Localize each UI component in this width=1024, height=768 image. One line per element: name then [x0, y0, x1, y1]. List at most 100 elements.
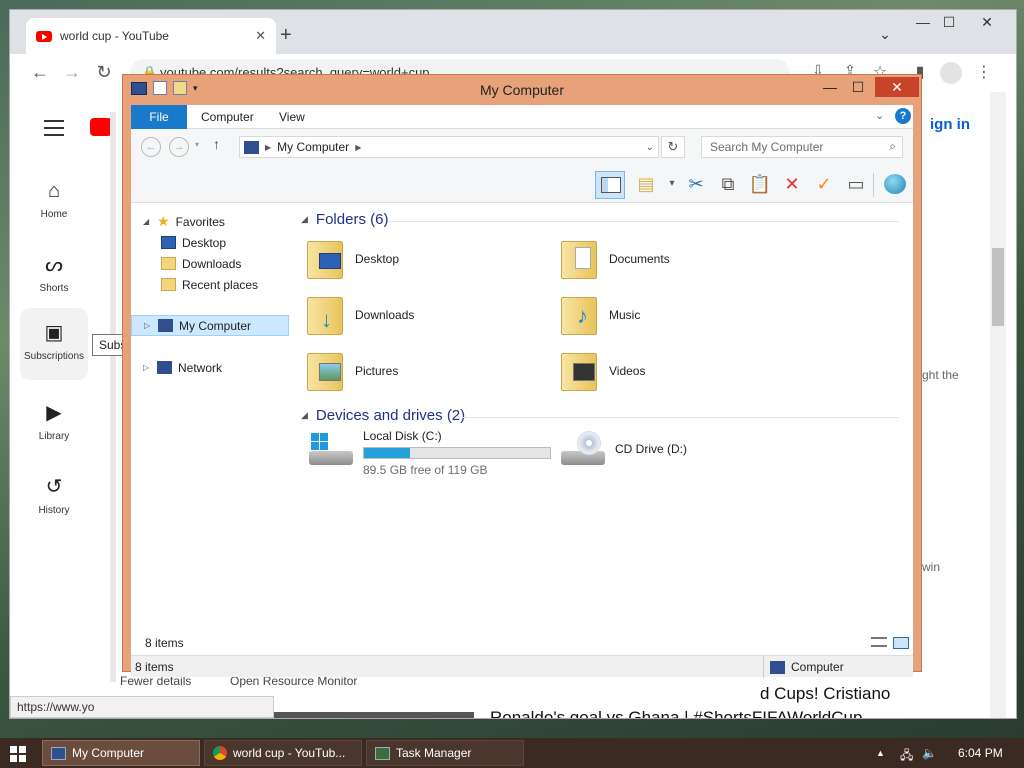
address-bar[interactable]: ▶ My Computer ▶ ⌄ [239, 136, 659, 158]
folder-downloads[interactable]: ↓ Downloads [307, 293, 557, 337]
folder-music[interactable]: ♪ Music [561, 293, 811, 337]
collapse-triangle-icon[interactable]: ◢ [301, 410, 308, 421]
back-icon[interactable]: ← [28, 62, 52, 83]
close-button[interactable]: ✕ [972, 14, 1002, 31]
sidebar-item-subscriptions[interactable]: ▣ Subscriptions [20, 308, 88, 380]
copy-icon[interactable]: ⧉ [715, 171, 741, 197]
reload-icon[interactable]: ↻ [92, 62, 116, 83]
network-tray-icon[interactable]: 🖧 [900, 746, 913, 767]
maximize-button[interactable]: ☐ [934, 14, 964, 31]
paste-icon[interactable]: 📋 [747, 171, 773, 197]
address-text[interactable]: My Computer [277, 140, 349, 154]
chrome-tab-youtube[interactable]: world cup - YouTube ✕ [26, 18, 276, 54]
taskbar-item-chrome[interactable]: world cup - YouTub... [204, 740, 362, 766]
refresh-icon[interactable]: ↻ [661, 136, 685, 158]
breadcrumb-chevron-icon[interactable]: ▶ [355, 143, 361, 152]
drive-capacity-bar [363, 447, 551, 459]
new-tab-button[interactable]: + [280, 24, 292, 47]
collapse-triangle-icon[interactable]: ◢ [301, 214, 308, 225]
nav-recent-places[interactable]: Recent places [131, 274, 289, 295]
explorer-maximize-button[interactable]: ☐ [843, 77, 873, 97]
check-icon[interactable]: ✓ [811, 171, 837, 197]
ribbon-expand-icon[interactable]: ⌄ [875, 109, 884, 122]
youtube-logo[interactable] [90, 118, 112, 136]
drive-cd-d[interactable]: CD Drive (D:) [559, 429, 687, 469]
tab-computer[interactable]: Computer [189, 105, 266, 129]
video-title[interactable]: Ronaldo's goal vs Ghana | #ShortsFIFAWor… [490, 708, 862, 718]
large-icons-view-icon[interactable] [893, 637, 909, 649]
nav-downloads[interactable]: Downloads [131, 253, 289, 274]
sidebar-item-library[interactable]: ▶ Library [20, 396, 88, 452]
recent-dropdown-icon[interactable]: ▾ [195, 140, 199, 149]
nav-favorites[interactable]: ◢ ★ Favorites [131, 211, 289, 232]
sidebar-item-label: Shorts [39, 283, 69, 294]
folder-icon [307, 237, 347, 281]
up-arrow-icon[interactable]: ↑ [213, 136, 220, 152]
forward-icon[interactable]: → [60, 62, 84, 83]
nav-network[interactable]: ▷ Network [131, 357, 289, 378]
expand-triangle-icon[interactable]: ◢ [143, 217, 151, 226]
back-button[interactable]: ← [141, 137, 161, 157]
folder-documents[interactable]: Documents [561, 237, 811, 281]
properties-folder-icon[interactable]: ▤ [633, 171, 659, 197]
tray-chevron-icon[interactable]: ▲ [876, 748, 885, 758]
help-icon[interactable]: ? [895, 108, 911, 124]
folder-videos[interactable]: Videos [561, 349, 811, 393]
forward-button[interactable]: → [169, 137, 189, 157]
clock[interactable]: 6:04 PM [958, 746, 1003, 760]
nav-desktop[interactable]: Desktop [131, 232, 289, 253]
video-thumbnail[interactable] [268, 712, 474, 718]
status-location: Computer [763, 656, 850, 678]
properties-dropdown-icon[interactable]: ▾ [659, 171, 685, 197]
rename-icon[interactable]: ▭ [843, 171, 869, 197]
network-globe-icon[interactable] [881, 171, 907, 197]
nav-my-computer[interactable]: ▷ My Computer [131, 315, 289, 336]
explorer-body: File Computer View ⌄ ? ← → ▾ ↑ ▶ My Comp… [131, 105, 913, 678]
page-scrollbar-thumb[interactable] [992, 248, 1004, 326]
navigation-pane: ◢ ★ Favorites Desktop Downloads Recent p… [131, 203, 291, 633]
explorer-minimize-button[interactable]: — [815, 77, 845, 97]
taskbar-item-task-manager[interactable]: Task Manager [366, 740, 524, 766]
search-icon: ⌕ [889, 139, 896, 153]
page-scrollbar[interactable] [990, 92, 1006, 718]
sidebar-item-history[interactable]: ↺ History [20, 470, 88, 526]
expand-triangle-icon[interactable]: ▷ [143, 363, 151, 372]
tab-close-icon[interactable]: ✕ [255, 28, 266, 44]
navigation-pane-icon[interactable] [595, 171, 625, 199]
video-title[interactable]: d Cups! Cristiano [760, 684, 890, 704]
search-input[interactable]: Search My Computer ⌕ [701, 136, 903, 158]
tab-search-icon[interactable]: ⌄ [870, 26, 900, 43]
tab-strip: world cup - YouTube ✕ + ⌄ — ☐ ✕ [10, 10, 1016, 54]
windows-start-icon[interactable] [10, 746, 26, 762]
cut-icon[interactable]: ✂ [683, 171, 709, 197]
volume-icon[interactable]: 🔈 [922, 746, 937, 760]
explorer-window: ▾ My Computer — ☐ ✕ File Computer View ⌄… [122, 74, 922, 678]
sidebar-item-label: History [38, 505, 70, 516]
sign-in-button[interactable]: ign in [930, 116, 970, 133]
sidebar-item-label: Subscriptions [23, 351, 85, 362]
explorer-close-button[interactable]: ✕ [875, 77, 919, 97]
computer-icon [158, 319, 173, 332]
tab-file[interactable]: File [131, 105, 187, 129]
menu-icon[interactable]: ⋮ [972, 62, 996, 82]
breadcrumb-chevron-icon[interactable]: ▶ [265, 143, 271, 152]
folders-group-header[interactable]: ◢ Folders (6) [301, 211, 388, 228]
network-icon [157, 361, 172, 374]
drive-free-space: 89.5 GB free of 119 GB [363, 463, 488, 477]
address-row: ← → ▾ ↑ ▶ My Computer ▶ ⌄ ↻ Search My Co… [131, 129, 913, 165]
expand-triangle-icon[interactable]: ▷ [144, 321, 152, 330]
folder-desktop[interactable]: Desktop [307, 237, 557, 281]
tab-view[interactable]: View [267, 105, 317, 129]
folder-icon [561, 237, 601, 281]
sidebar-item-shorts[interactable]: ᔕ Shorts [20, 248, 88, 304]
profile-avatar[interactable] [940, 62, 962, 84]
drive-local-disk-c[interactable]: Local Disk (C:) 89.5 GB free of 119 GB [307, 429, 551, 477]
folder-pictures[interactable]: Pictures [307, 349, 557, 393]
delete-icon[interactable]: ✕ [779, 171, 805, 197]
sidebar-item-home[interactable]: ⌂ Home [20, 176, 88, 232]
address-dropdown-icon[interactable]: ⌄ [646, 142, 654, 153]
devices-group-header[interactable]: ◢ Devices and drives (2) [301, 407, 465, 424]
taskbar-item-my-computer[interactable]: My Computer [42, 740, 200, 766]
details-view-icon[interactable] [871, 637, 887, 649]
hamburger-menu-icon[interactable] [44, 120, 64, 141]
